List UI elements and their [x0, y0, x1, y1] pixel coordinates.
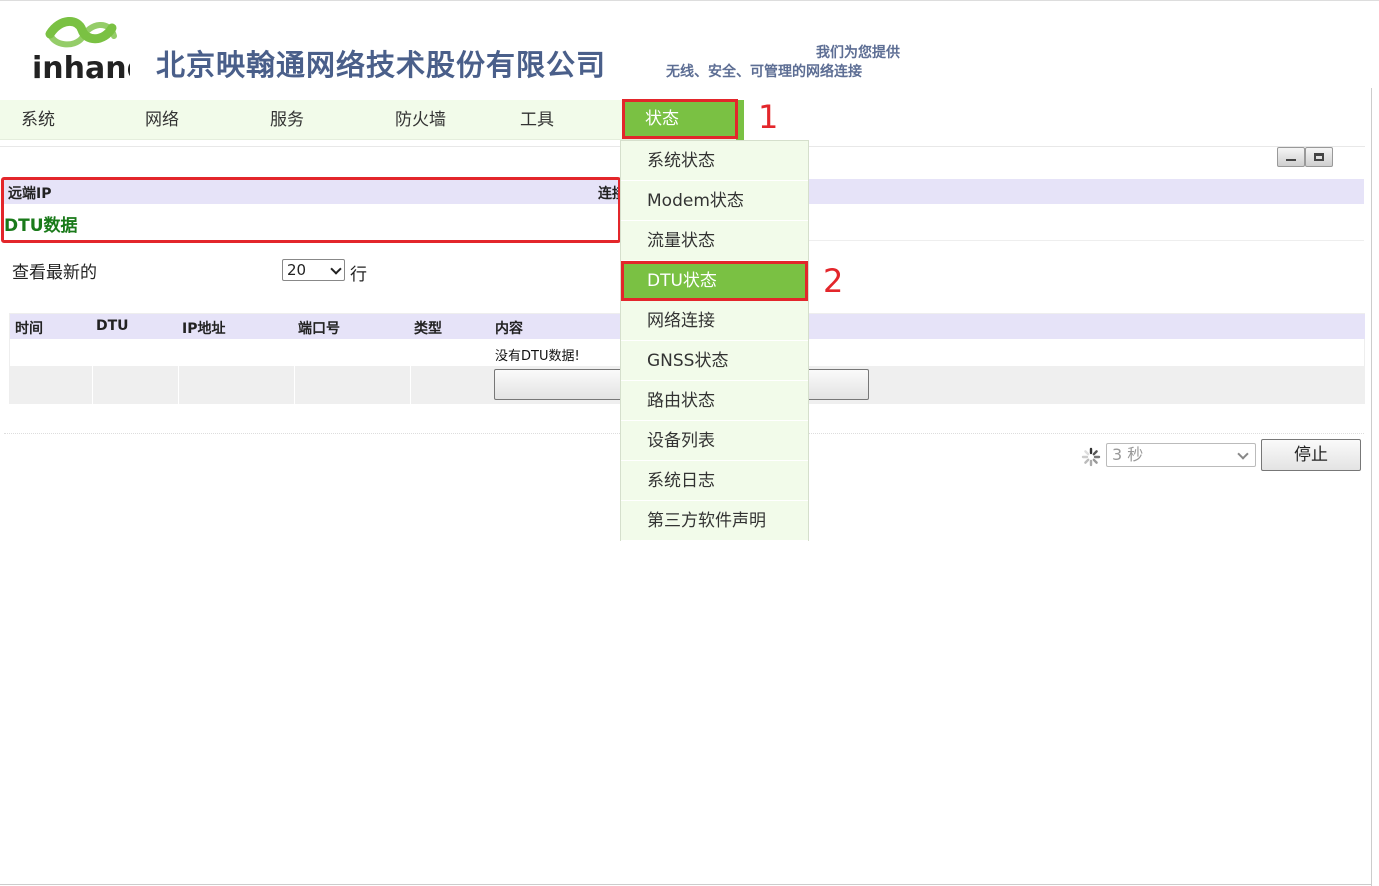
col-separator [294, 339, 295, 404]
inhand-logo: inhand [30, 16, 148, 92]
nav-system[interactable]: 系统 [21, 100, 55, 140]
stop-button[interactable]: 停止 [1261, 439, 1361, 471]
slogan-line1: 我们为您提供 [816, 45, 900, 61]
chevron-down-icon [1237, 448, 1249, 460]
col-separator [92, 339, 93, 404]
nav-status[interactable]: 状态 [622, 99, 738, 139]
nav-network[interactable]: 网络 [145, 100, 179, 140]
rows-select[interactable]: 20 [282, 259, 345, 281]
col-ip-address: IP地址 [182, 321, 226, 337]
menu-modem-status[interactable]: Modem状态 [621, 181, 808, 221]
company-name: 北京映翰通网络技术股份有限公司 [156, 48, 607, 82]
col-separator [410, 339, 411, 404]
maximize-button[interactable] [1305, 147, 1333, 167]
annotation-highlight-box [1, 177, 621, 243]
menu-gnss-status[interactable]: GNSS状态 [621, 341, 808, 381]
frame-border-right [1371, 88, 1372, 886]
frame-border-bottom [0, 884, 1372, 885]
nav-tools[interactable]: 工具 [520, 100, 554, 140]
menu-device-list[interactable]: 设备列表 [621, 421, 808, 461]
status-dropdown-menu: 系统状态 Modem状态 流量状态 DTU状态 网络连接 GNSS状态 路由状态… [620, 140, 809, 541]
maximize-icon [1314, 153, 1324, 161]
panel-window-buttons [1277, 147, 1333, 167]
col-content: 内容 [495, 321, 523, 337]
annotation-2: 2 [823, 262, 844, 300]
minimize-icon [1286, 159, 1296, 161]
annotation-1: 1 [758, 98, 779, 136]
col-time: 时间 [15, 321, 43, 337]
menu-system-log[interactable]: 系统日志 [621, 461, 808, 501]
nav-services[interactable]: 服务 [270, 100, 304, 140]
minimize-button[interactable] [1277, 147, 1305, 167]
menu-system-status[interactable]: 系统状态 [621, 141, 808, 181]
menu-third-party-notice[interactable]: 第三方软件声明 [621, 501, 808, 541]
rows-select-value: 20 [287, 261, 307, 279]
menu-route-status[interactable]: 路由状态 [621, 381, 808, 421]
logo-text: inhand [32, 51, 130, 86]
empty-message: 没有DTU数据! [495, 349, 580, 364]
col-type: 类型 [414, 321, 442, 337]
col-port: 端口号 [298, 321, 340, 337]
chevron-down-icon [330, 263, 342, 275]
refresh-interval-value: 3 秒 [1112, 445, 1144, 464]
view-latest-label: 查看最新的 [12, 263, 97, 283]
nav-active-tail [736, 100, 744, 140]
loading-spinner-icon [1081, 447, 1101, 467]
col-dtu: DTU [96, 318, 129, 334]
menu-network-connections[interactable]: 网络连接 [621, 301, 808, 341]
col-separator [178, 339, 179, 404]
slogan-line2: 无线、安全、可管理的网络连接 [666, 64, 862, 80]
menu-traffic-status[interactable]: 流量状态 [621, 221, 808, 261]
nav-firewall[interactable]: 防火墙 [395, 100, 446, 140]
refresh-interval-select[interactable]: 3 秒 [1106, 443, 1256, 467]
menu-dtu-status[interactable]: DTU状态 [621, 261, 808, 301]
rows-unit-label: 行 [350, 265, 367, 285]
